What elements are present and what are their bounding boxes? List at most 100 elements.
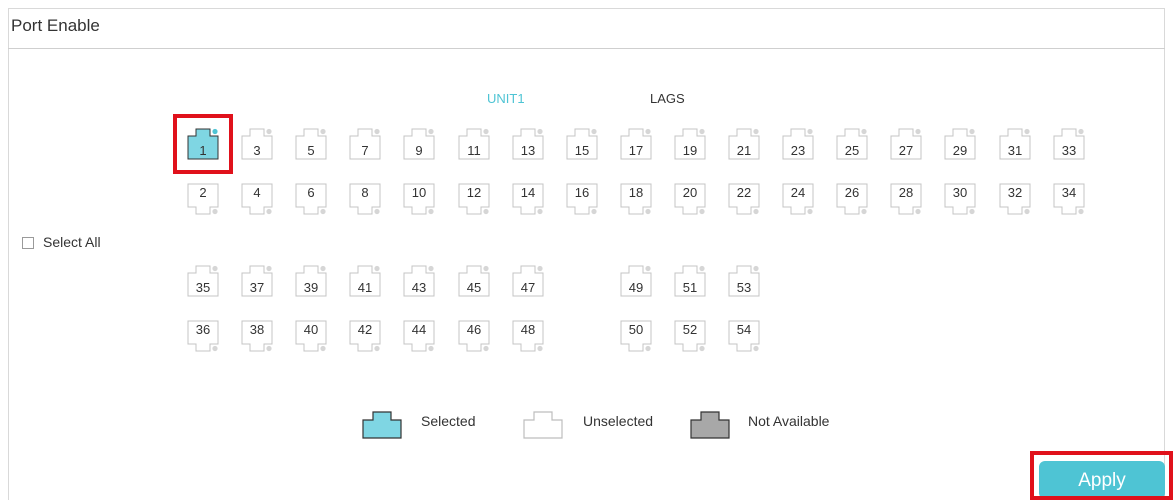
port-status-dot bbox=[645, 265, 651, 272]
port-4[interactable]: 4 bbox=[241, 183, 273, 215]
port-48[interactable]: 48 bbox=[512, 320, 544, 352]
port-number: 46 bbox=[466, 322, 482, 337]
port-18[interactable]: 18 bbox=[620, 183, 652, 215]
port-status-dot bbox=[591, 128, 597, 135]
port-number: 50 bbox=[628, 322, 644, 337]
port-33[interactable]: 33 bbox=[1053, 128, 1085, 160]
port-status-dot bbox=[699, 208, 705, 215]
port-status-dot bbox=[428, 345, 434, 352]
port-21[interactable]: 21 bbox=[728, 128, 760, 160]
port-39[interactable]: 39 bbox=[295, 265, 327, 297]
port-number: 36 bbox=[195, 322, 211, 337]
port-43[interactable]: 43 bbox=[403, 265, 435, 297]
port-status-dot bbox=[1024, 208, 1030, 215]
port-15[interactable]: 15 bbox=[566, 128, 598, 160]
port-number: 25 bbox=[844, 143, 860, 158]
port-1[interactable]: 1 bbox=[187, 128, 219, 160]
port-49[interactable]: 49 bbox=[620, 265, 652, 297]
port-status-dot bbox=[861, 208, 867, 215]
port-10[interactable]: 10 bbox=[403, 183, 435, 215]
port-35[interactable]: 35 bbox=[187, 265, 219, 297]
port-number: 49 bbox=[628, 280, 644, 295]
legend-not-available-label: Not Available bbox=[748, 413, 830, 429]
port-16[interactable]: 16 bbox=[566, 183, 598, 215]
port-status-dot bbox=[645, 345, 651, 352]
port-number: 53 bbox=[736, 280, 752, 295]
port-19[interactable]: 19 bbox=[674, 128, 706, 160]
port-number: 33 bbox=[1061, 143, 1077, 158]
port-37[interactable]: 37 bbox=[241, 265, 273, 297]
port-40[interactable]: 40 bbox=[295, 320, 327, 352]
port-26[interactable]: 26 bbox=[836, 183, 868, 215]
port-status-dot bbox=[483, 345, 489, 352]
port-status-dot bbox=[320, 128, 326, 135]
port-number: 1 bbox=[199, 143, 207, 158]
port-number: 43 bbox=[411, 280, 427, 295]
select-all-checkbox[interactable] bbox=[22, 237, 34, 249]
port-46[interactable]: 46 bbox=[458, 320, 490, 352]
port-status-dot bbox=[428, 208, 434, 215]
apply-button[interactable]: Apply bbox=[1039, 461, 1165, 499]
port-13[interactable]: 13 bbox=[512, 128, 544, 160]
port-status-dot bbox=[320, 345, 326, 352]
port-status-dot bbox=[374, 265, 380, 272]
port-status-dot bbox=[753, 345, 759, 352]
port-2[interactable]: 2 bbox=[187, 183, 219, 215]
port-number: 30 bbox=[952, 185, 968, 200]
port-47[interactable]: 47 bbox=[512, 265, 544, 297]
port-number: 18 bbox=[628, 185, 644, 200]
port-number: 29 bbox=[952, 143, 968, 158]
port-38[interactable]: 38 bbox=[241, 320, 273, 352]
port-53[interactable]: 53 bbox=[728, 265, 760, 297]
port-number: 13 bbox=[520, 143, 536, 158]
port-11[interactable]: 11 bbox=[458, 128, 490, 160]
port-status-dot bbox=[537, 345, 543, 352]
port-41[interactable]: 41 bbox=[349, 265, 381, 297]
selected-port-icon bbox=[362, 411, 402, 439]
port-36[interactable]: 36 bbox=[187, 320, 219, 352]
tab-unit1[interactable]: UNIT1 bbox=[487, 91, 525, 106]
port-27[interactable]: 27 bbox=[890, 128, 922, 160]
port-status-dot bbox=[969, 208, 975, 215]
port-20[interactable]: 20 bbox=[674, 183, 706, 215]
port-24[interactable]: 24 bbox=[782, 183, 814, 215]
port-23[interactable]: 23 bbox=[782, 128, 814, 160]
tab-lags[interactable]: LAGS bbox=[650, 91, 685, 106]
port-45[interactable]: 45 bbox=[458, 265, 490, 297]
port-44[interactable]: 44 bbox=[403, 320, 435, 352]
port-status-dot bbox=[320, 208, 326, 215]
port-54[interactable]: 54 bbox=[728, 320, 760, 352]
port-14[interactable]: 14 bbox=[512, 183, 544, 215]
port-12[interactable]: 12 bbox=[458, 183, 490, 215]
port-status-dot bbox=[1078, 128, 1084, 135]
port-number: 4 bbox=[253, 185, 261, 200]
port-6[interactable]: 6 bbox=[295, 183, 327, 215]
port-status-dot bbox=[753, 208, 759, 215]
port-28[interactable]: 28 bbox=[890, 183, 922, 215]
port-number: 5 bbox=[307, 143, 315, 158]
port-17[interactable]: 17 bbox=[620, 128, 652, 160]
port-29[interactable]: 29 bbox=[944, 128, 976, 160]
port-42[interactable]: 42 bbox=[349, 320, 381, 352]
port-52[interactable]: 52 bbox=[674, 320, 706, 352]
port-30[interactable]: 30 bbox=[944, 183, 976, 215]
port-5[interactable]: 5 bbox=[295, 128, 327, 160]
not-available-port-icon bbox=[690, 411, 730, 439]
port-number: 7 bbox=[361, 143, 369, 158]
port-3[interactable]: 3 bbox=[241, 128, 273, 160]
port-number: 42 bbox=[357, 322, 373, 337]
port-51[interactable]: 51 bbox=[674, 265, 706, 297]
port-31[interactable]: 31 bbox=[999, 128, 1031, 160]
port-32[interactable]: 32 bbox=[999, 183, 1031, 215]
port-34[interactable]: 34 bbox=[1053, 183, 1085, 215]
port-8[interactable]: 8 bbox=[349, 183, 381, 215]
port-7[interactable]: 7 bbox=[349, 128, 381, 160]
port-number: 38 bbox=[249, 322, 265, 337]
port-22[interactable]: 22 bbox=[728, 183, 760, 215]
port-50[interactable]: 50 bbox=[620, 320, 652, 352]
port-25[interactable]: 25 bbox=[836, 128, 868, 160]
port-number: 39 bbox=[303, 280, 319, 295]
port-9[interactable]: 9 bbox=[403, 128, 435, 160]
unselected-port-icon bbox=[523, 411, 563, 439]
port-number: 2 bbox=[199, 185, 207, 200]
